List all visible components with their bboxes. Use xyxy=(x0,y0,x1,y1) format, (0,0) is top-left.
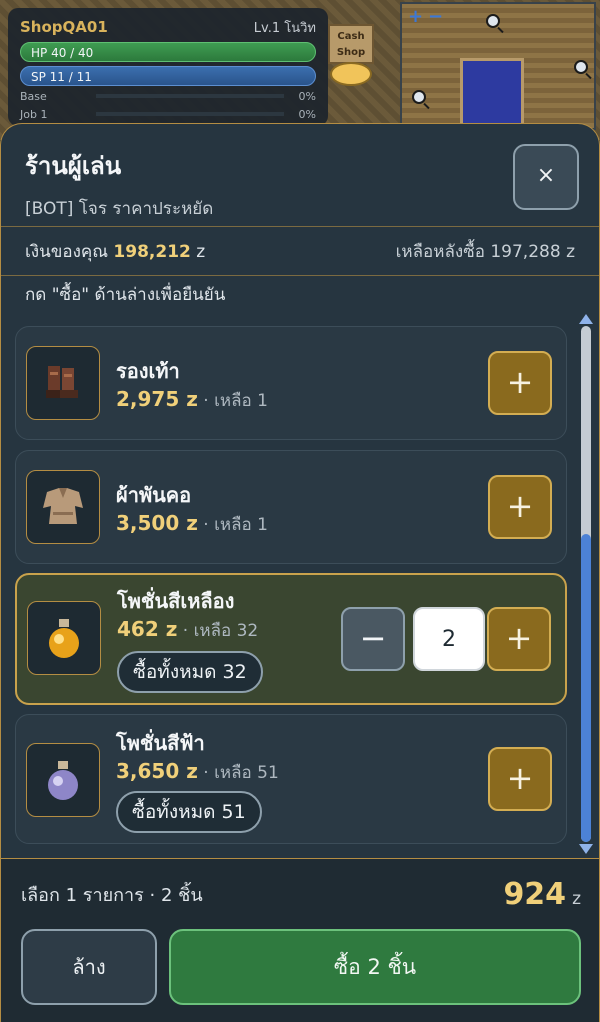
confirm-hint: กด "ซื้อ" ด้านล่างเพื่อยืนยัน xyxy=(25,285,226,305)
shop-owner: [BOT] โจร ราคาประหยัด xyxy=(25,199,214,219)
item-name: รองเท้า xyxy=(116,359,180,383)
game-world: ShopQA01 Lv.1 โนวิท HP 40 / 40 SP 11 / 1… xyxy=(0,0,600,140)
yellow-potion-icon xyxy=(27,601,101,675)
purchase-footer: เลือก 1 รายการ · 2 ชิ้น 924 z ล้าง ซื้อ 2… xyxy=(1,858,599,1022)
magnifier-icon[interactable] xyxy=(412,90,426,104)
minimap[interactable]: + − xyxy=(400,2,596,130)
your-money-label: เงินของคุณ xyxy=(25,241,109,262)
your-money-amount: 198,212 xyxy=(113,241,191,262)
increase-button[interactable]: + xyxy=(487,607,551,671)
blue-potion-icon xyxy=(26,743,100,817)
currency-unit: z xyxy=(196,241,206,262)
item-list[interactable]: รองเท้า 2,975 z · เหลือ 1 + ผ้าพันคอ 3,5… xyxy=(1,314,599,854)
item-stock: · เหลือ 32 xyxy=(182,621,259,641)
minimap-building xyxy=(460,58,524,128)
buy-all-button[interactable]: ซื้อทั้งหมด 51 xyxy=(116,791,262,833)
total-unit: z xyxy=(572,888,581,909)
item-price-row: 3,650 z · เหลือ 51 xyxy=(116,759,279,786)
increase-button[interactable]: + xyxy=(488,747,552,811)
divider xyxy=(1,226,599,227)
clear-button[interactable]: ล้าง xyxy=(21,929,157,1005)
scrollbar[interactable] xyxy=(577,314,595,854)
divider xyxy=(1,275,599,276)
total-amount: 924 xyxy=(503,876,567,912)
item-price: 2,975 z xyxy=(116,387,198,411)
cloak-icon xyxy=(26,470,100,544)
job-exp-label: Job 1 xyxy=(20,107,48,121)
character-name: ShopQA01 xyxy=(20,18,108,36)
sp-bar: SP 11 / 11 xyxy=(20,66,316,86)
base-exp-bar xyxy=(96,94,284,98)
coin-icon xyxy=(330,62,372,86)
item-price-row: 462 z · เหลือ 32 xyxy=(117,617,258,644)
item-stock: · เหลือ 1 xyxy=(203,515,268,535)
shop-title: ร้านผู้เล่น xyxy=(25,152,122,180)
item-name: ผ้าพันคอ xyxy=(116,483,192,507)
cash-shop-button[interactable]: Cash Shop xyxy=(328,24,374,64)
zoom-in-icon[interactable]: + xyxy=(408,8,423,26)
your-money: เงินของคุณ 198,212 z xyxy=(25,238,205,265)
selection-row: เลือก 1 รายการ · 2 ชิ้น 924 z xyxy=(1,859,599,929)
item-price: 3,500 z xyxy=(116,511,198,535)
job-exp-bar xyxy=(96,112,284,116)
buy-all-button[interactable]: ซื้อทั้งหมด 32 xyxy=(117,651,263,693)
remaining-amount: 197,288 z xyxy=(490,241,575,262)
item-name: โพชั่นสีเหลือง xyxy=(117,589,235,613)
increase-button[interactable]: + xyxy=(488,351,552,415)
item-price-row: 3,500 z · เหลือ 1 xyxy=(116,511,268,538)
list-item[interactable]: ผ้าพันคอ 3,500 z · เหลือ 1 + xyxy=(15,450,567,564)
remaining-label: เหลือหลังซื้อ xyxy=(395,241,485,262)
list-item-selected[interactable]: โพชั่นสีเหลือง 462 z · เหลือ 32 ซื้อทั้ง… xyxy=(15,573,567,705)
list-item[interactable]: รองเท้า 2,975 z · เหลือ 1 + xyxy=(15,326,567,440)
base-exp-label: Base xyxy=(20,89,47,103)
quantity-input[interactable] xyxy=(413,607,485,671)
hp-bar: HP 40 / 40 xyxy=(20,42,316,62)
decrease-button[interactable]: − xyxy=(341,607,405,671)
item-stock: · เหลือ 51 xyxy=(203,763,279,783)
scroll-down-icon[interactable] xyxy=(579,844,593,854)
item-stock: · เหลือ 1 xyxy=(203,391,268,411)
job-exp-row: Job 1 0% xyxy=(20,106,316,122)
magnifier-icon[interactable] xyxy=(574,60,588,74)
base-exp-row: Base 0% xyxy=(20,88,316,104)
scroll-thumb[interactable] xyxy=(581,534,591,842)
close-button[interactable]: × xyxy=(513,144,579,210)
buy-button[interactable]: ซื้อ 2 ชิ้น xyxy=(169,929,581,1005)
boots-icon xyxy=(26,346,100,420)
character-status-panel: ShopQA01 Lv.1 โนวิท HP 40 / 40 SP 11 / 1… xyxy=(8,8,328,126)
job-exp-value: 0% xyxy=(298,107,316,121)
item-price-row: 2,975 z · เหลือ 1 xyxy=(116,387,268,414)
total-price: 924 z xyxy=(503,877,581,912)
shop-header: ร้านผู้เล่น [BOT] โจร ราคาประหยัด × xyxy=(1,124,599,226)
base-exp-value: 0% xyxy=(298,89,316,103)
remaining-after-purchase: เหลือหลังซื้อ 197,288 z xyxy=(396,238,575,265)
player-shop-modal: ร้านผู้เล่น [BOT] โจร ราคาประหยัด × เงิน… xyxy=(0,123,600,1022)
character-level: Lv.1 โนวิท xyxy=(253,20,316,36)
scroll-up-icon[interactable] xyxy=(579,314,593,324)
magnifier-icon[interactable] xyxy=(486,14,500,28)
item-price: 3,650 z xyxy=(116,759,198,783)
funds-row: เงินของคุณ 198,212 z เหลือหลังซื้อ 197,2… xyxy=(1,227,599,275)
item-price: 462 z xyxy=(117,617,178,641)
zoom-out-icon[interactable]: − xyxy=(428,8,443,26)
selection-summary: เลือก 1 รายการ · 2 ชิ้น xyxy=(21,884,203,906)
list-item[interactable]: โพชั่นสีฟ้า 3,650 z · เหลือ 51 ซื้อทั้งห… xyxy=(15,714,567,844)
increase-button[interactable]: + xyxy=(488,475,552,539)
item-name: โพชั่นสีฟ้า xyxy=(116,731,205,755)
